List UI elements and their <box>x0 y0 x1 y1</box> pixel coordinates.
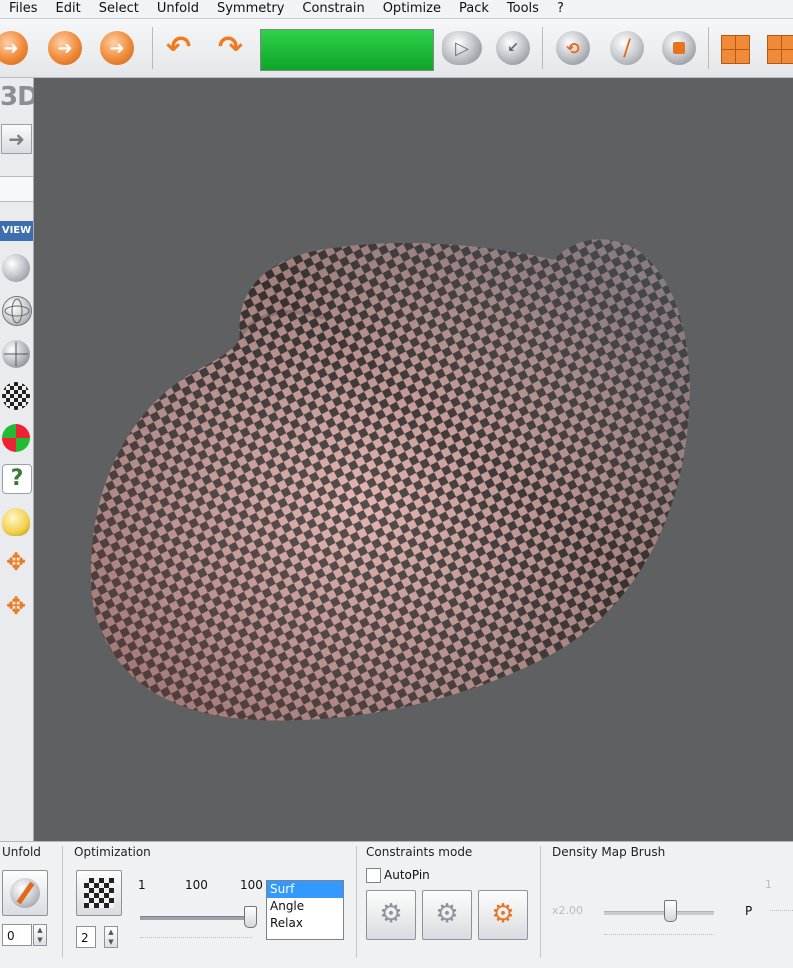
progress-bar <box>260 29 434 71</box>
optimization-min-label: 1 <box>138 878 146 892</box>
pack-icon[interactable] <box>720 33 750 65</box>
menu-edit[interactable]: Edit <box>47 0 90 18</box>
help-icon[interactable]: ? <box>2 464 32 494</box>
pack-options-icon[interactable] <box>766 33 793 65</box>
sphere-icon[interactable] <box>2 254 30 282</box>
toolbar-separator <box>152 27 153 69</box>
unfold-value-input[interactable]: 0 <box>2 924 32 946</box>
checkered-mesh <box>90 239 690 721</box>
select-mode-icon[interactable]: ▷ <box>442 31 482 65</box>
constraints-title: Constraints mode <box>366 845 473 859</box>
toolbar-separator <box>708 27 709 69</box>
rotate-icon[interactable]: ⟲ <box>556 31 590 65</box>
unfold-title: Unfold <box>2 845 41 859</box>
group-separator <box>62 846 63 958</box>
menu-unfold[interactable]: Unfold <box>148 0 208 18</box>
checker-sphere-icon[interactable] <box>2 382 30 410</box>
density-small-label: 1 <box>765 878 772 891</box>
menu-tools[interactable]: Tools <box>498 0 548 18</box>
unfold-stepper[interactable]: ▲ ▼ <box>33 924 47 946</box>
stop-icon[interactable] <box>662 31 696 65</box>
optimization-stepper[interactable]: ▲ ▼ <box>104 926 118 948</box>
density-slider-thumb[interactable] <box>664 900 677 922</box>
density-value: x2.00 <box>552 904 584 917</box>
optimization-title: Optimization <box>74 845 151 859</box>
mode-label: 3D <box>0 82 39 112</box>
option-angle[interactable]: Angle <box>267 898 343 915</box>
menu-files[interactable]: Files <box>0 0 47 18</box>
checker-icon <box>84 878 114 908</box>
optimization-max-label: 100 <box>240 878 263 892</box>
optimization-mid-label: 100 <box>185 878 208 892</box>
autopin-checkbox[interactable] <box>366 868 381 883</box>
density-title: Density Map Brush <box>552 845 666 859</box>
menu-symmetry[interactable]: Symmetry <box>208 0 293 18</box>
open-icon[interactable]: ➜ <box>0 31 28 65</box>
gear-orange-icon: ⚙ <box>491 899 515 929</box>
density-slider-track[interactable] <box>604 911 714 915</box>
globe-wire-icon[interactable] <box>2 296 32 326</box>
group-separator <box>356 846 357 958</box>
optimization-slider-thumb[interactable] <box>243 906 257 928</box>
autopin-label: AutoPin <box>384 868 430 882</box>
view-label: VIEW <box>0 221 33 241</box>
optimize-button[interactable] <box>76 870 122 916</box>
toolbar: ➜ ➜ ➜ ↶ ↷ ▷ ↙ ⟲ ⧸ <box>0 19 793 78</box>
gear-icon: ⚙ <box>379 899 403 929</box>
slider-ticks <box>140 937 252 939</box>
3d-viewport[interactable] <box>34 78 793 841</box>
menu-constrain[interactable]: Constrain <box>293 0 373 18</box>
save-icon[interactable]: ➜ <box>48 31 82 65</box>
constraint-button-1[interactable]: ⚙ <box>366 890 416 940</box>
light-icon[interactable] <box>2 508 30 536</box>
toolbar-separator <box>542 27 543 69</box>
optimization-slider-track[interactable] <box>140 916 252 920</box>
unfold-button[interactable] <box>2 870 48 916</box>
arrow-icon[interactable]: ➜ <box>1 124 32 154</box>
menu-help[interactable]: ? <box>548 0 573 18</box>
gear-icon: ⚙ <box>435 899 459 929</box>
menu-bar: Files Edit Select Unfold Symmetry Constr… <box>0 0 793 19</box>
reset-icon[interactable]: ↙ <box>496 31 530 65</box>
group-separator <box>540 846 541 958</box>
left-panel: 3D ➜ VIEW ? ✥ ✥ <box>0 78 39 843</box>
seam-icon[interactable]: ⧸ <box>610 31 644 65</box>
constraint-button-2[interactable]: ⚙ <box>422 890 472 940</box>
optimization-value-input[interactable]: 2 <box>76 926 96 948</box>
density-p-label: P <box>745 904 753 918</box>
move-icon[interactable]: ✥ <box>2 548 30 576</box>
color-sphere-icon[interactable] <box>2 424 30 452</box>
undo-icon[interactable]: ↶ <box>166 33 191 63</box>
unfold-icon <box>10 878 40 908</box>
slider-ticks <box>604 934 714 936</box>
slider-ticks <box>770 910 793 912</box>
option-surf[interactable]: Surf <box>267 881 343 898</box>
optimization-mode-list[interactable]: Surf Angle Relax <box>266 880 344 940</box>
globe-icon[interactable] <box>2 340 30 368</box>
menu-pack[interactable]: Pack <box>450 0 498 18</box>
menu-select[interactable]: Select <box>90 0 148 18</box>
menu-optimize[interactable]: Optimize <box>374 0 450 18</box>
bottom-panel: Unfold 0 ▲ ▼ Optimization 2 ▲ ▼ 1 100 100 … <box>0 841 793 968</box>
redo-icon[interactable]: ↷ <box>218 33 243 63</box>
option-relax[interactable]: Relax <box>267 915 343 932</box>
constraint-button-3[interactable]: ⚙ <box>478 890 528 940</box>
center-icon[interactable]: ✥ <box>2 592 30 620</box>
export-icon[interactable]: ➜ <box>100 31 134 65</box>
vase-shape <box>90 239 690 721</box>
panel-tab[interactable] <box>0 176 33 202</box>
